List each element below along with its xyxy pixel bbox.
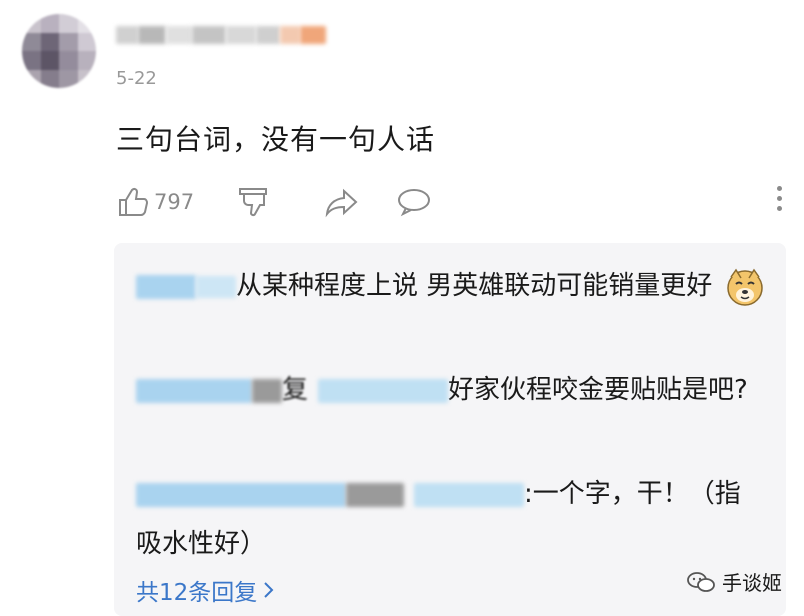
reply-section: 从某种程度上说 男英雄联动可能销量更好 复 好家伙程咬金要贴贴是吧? :一个字，干… [114,243,786,616]
view-all-replies-link[interactable]: 共12条回复 [136,573,275,607]
reply-username-redacted [252,378,282,403]
reply-username-redacted [346,482,404,507]
watermark-text: 手谈姬 [722,571,782,595]
share-button[interactable] [324,185,396,219]
reply-item[interactable]: 复 好家伙程咬金要贴贴是吧? [136,365,766,415]
more-vertical-icon [776,186,782,191]
reply-username-redacted [196,275,236,298]
reply-username-redacted[interactable] [136,274,196,299]
avatar[interactable] [22,14,96,88]
reply-text: 从某种程度上说 男英雄联动可能销量更好 [236,271,713,301]
reply-target-redacted[interactable] [414,482,524,507]
thumb-up-icon [119,187,149,216]
more-options-button[interactable] [774,186,784,211]
reply-bubble-icon [398,189,430,217]
like-button[interactable]: 797 [116,185,236,219]
thumb-down-icon [239,188,267,217]
doge-emoji-icon [726,268,763,306]
wechat-icon [687,571,715,592]
share-icon [325,188,358,218]
reply-mid-char: 复 [282,375,309,405]
more-dot [776,196,782,201]
username-redacted[interactable] [116,26,326,46]
watermark: 手谈姬 [686,567,782,596]
reply-text: 好家伙程咬金要贴贴是吧? [448,375,748,405]
dislike-button[interactable] [236,185,324,219]
chevron-right-icon [264,582,274,598]
reply-item[interactable]: :一个字，干！（指吸水性好） [136,469,766,569]
reply-username-redacted[interactable] [136,482,346,507]
comment-actions: 797 [116,182,432,222]
more-replies-label: 共12条回复 [136,580,258,606]
comment-date: 5-22 [116,68,157,89]
like-count: 797 [154,190,195,214]
reply-item[interactable]: 从某种程度上说 男英雄联动可能销量更好 [136,261,766,311]
reply-target-redacted[interactable] [318,378,449,403]
comment-text: 三句台词，没有一句人话 [116,123,436,156]
reply-button[interactable] [396,185,432,219]
reply-username-redacted[interactable] [136,378,252,403]
more-dot [776,206,782,211]
